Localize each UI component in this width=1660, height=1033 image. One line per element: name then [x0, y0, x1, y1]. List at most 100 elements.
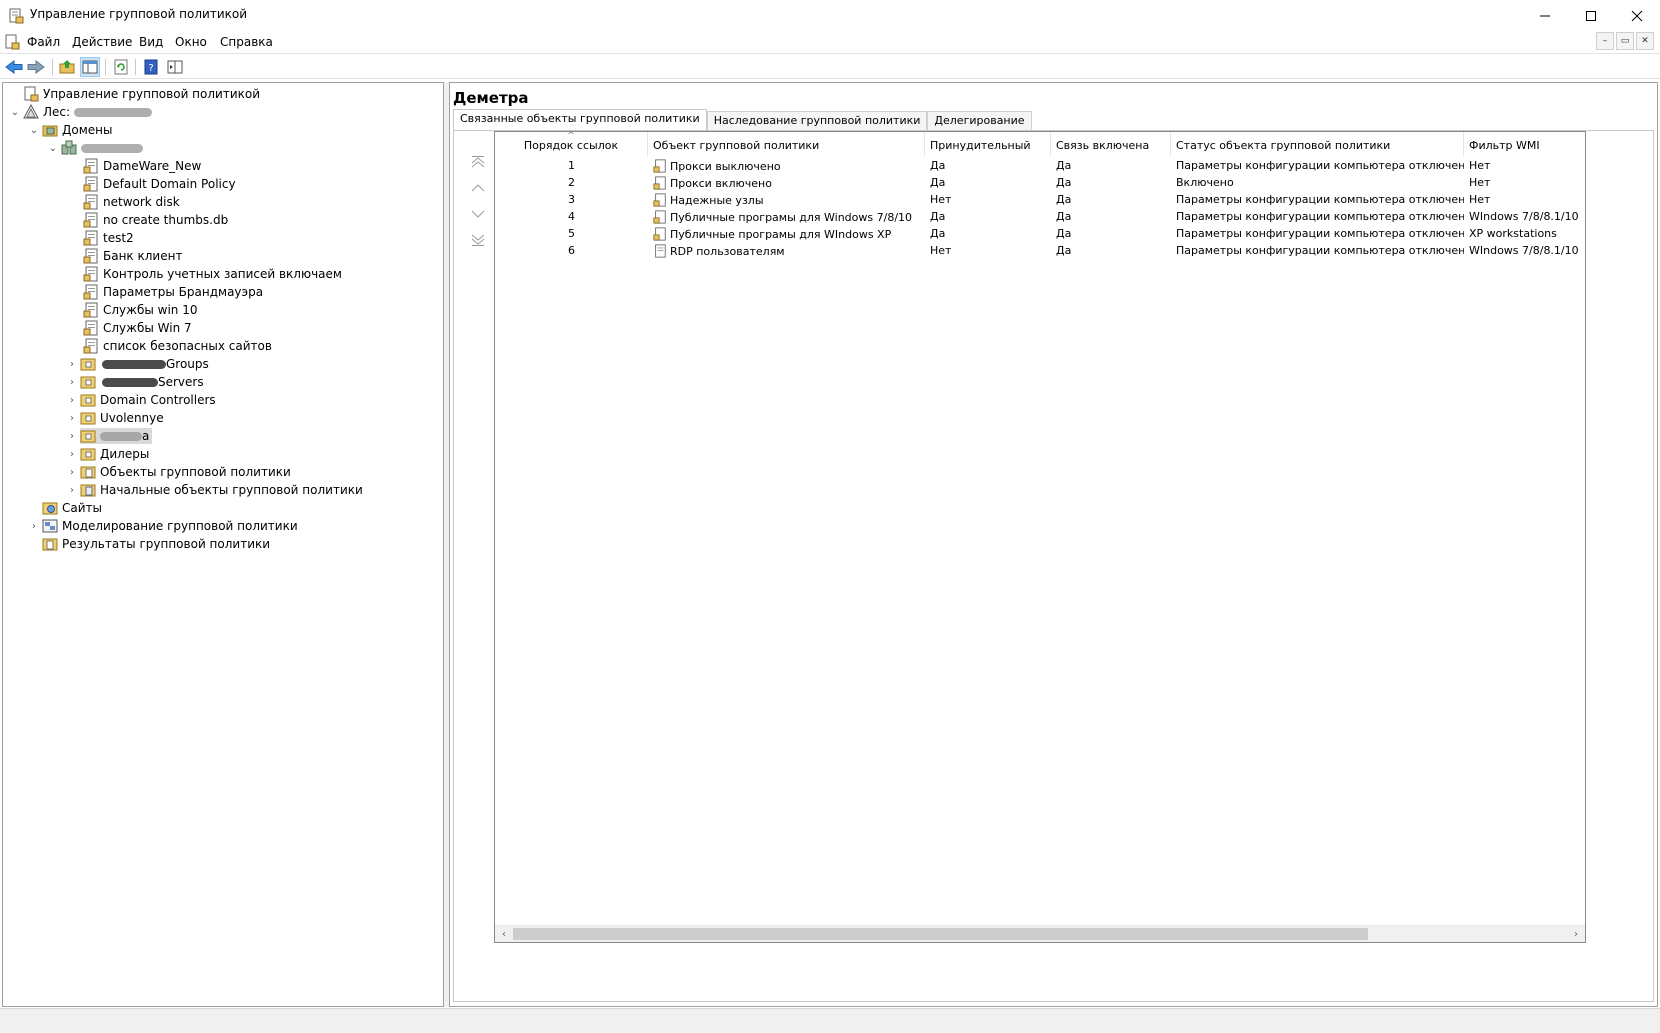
properties-button[interactable] [165, 57, 185, 77]
help-button[interactable]: ? [141, 57, 161, 77]
tab-strip: Связанные объекты групповой политики Нас… [453, 109, 1032, 131]
tree-gpo-link[interactable]: Параметры Брандмауэра [83, 283, 263, 301]
menu-file[interactable]: Файл [27, 35, 60, 49]
menu-view[interactable]: Вид [139, 35, 163, 49]
expand-chevron-icon[interactable]: › [64, 428, 80, 444]
toolbar-separator [52, 59, 53, 75]
column-header-link-order[interactable]: ^ Порядок ссылок [495, 132, 648, 156]
table-row[interactable]: 3 Надежные узлы Нет Да Параметры конфигу… [495, 191, 1585, 208]
back-button[interactable] [4, 57, 24, 77]
tree-item-results[interactable]: Результаты групповой политики [26, 535, 270, 553]
cell-link-enabled: Да [1056, 244, 1072, 257]
gpo-link-icon [83, 248, 98, 264]
column-header-wmi-filter[interactable]: Фильтр WMI [1464, 132, 1585, 156]
tab-inheritance[interactable]: Наследование групповой политики [706, 111, 928, 131]
svg-text:?: ? [148, 63, 153, 74]
table-row[interactable]: 5 Публичные програмы для WIndows XP Да Д… [495, 225, 1585, 242]
column-header-gpo-status[interactable]: Статус объекта групповой политики [1171, 132, 1464, 156]
menu-action[interactable]: Действие [72, 35, 132, 49]
tree-item-ou[interactable]: › Uvolennye [64, 409, 164, 427]
tree-item-ou[interactable]: › Groups [64, 355, 209, 373]
collapse-chevron-icon[interactable]: ⌄ [7, 104, 23, 120]
horizontal-scrollbar[interactable]: ‹ › [495, 925, 1585, 942]
redacted-text [102, 359, 166, 369]
cell-enforced: Да [930, 159, 946, 172]
expand-chevron-icon[interactable]: › [26, 518, 42, 534]
column-header-link-enabled[interactable]: Связь включена [1051, 132, 1171, 156]
tree-item-starter-gpos[interactable]: › Начальные объекты групповой политики [64, 481, 363, 499]
maximize-button[interactable] [1568, 0, 1614, 31]
linked-gpo-list[interactable]: ^ Порядок ссылок Объект групповой полити… [494, 131, 1586, 943]
collapse-chevron-icon[interactable]: ⌄ [45, 140, 61, 156]
tree-item-forest[interactable]: ⌄ Лес: [7, 103, 153, 121]
table-row[interactable]: 1 Прокси выключено Да Да Параметры конфи… [495, 157, 1585, 174]
tree-gpo-link[interactable]: Службы win 10 [83, 301, 198, 319]
minimize-button[interactable] [1522, 0, 1568, 31]
table-row[interactable]: 2 Прокси включено Да Да Включено Нет [495, 174, 1585, 191]
scrollbar-thumb[interactable] [513, 928, 1368, 940]
cell-status: Включено [1176, 176, 1234, 189]
cell-wmi: WIndows 7/8/8.1/10 [1469, 244, 1579, 257]
tree-gpo-link[interactable]: список безопасных сайтов [83, 337, 272, 355]
menu-window[interactable]: Окно [175, 35, 207, 49]
expand-chevron-icon[interactable]: › [64, 446, 80, 462]
tree-item-gpo-container[interactable]: › Объекты групповой политики [64, 463, 291, 481]
cell-status: Параметры конфигурации компьютера отключ… [1176, 227, 1464, 240]
cell-order: 3 [568, 193, 575, 206]
mdi-restore-button[interactable]: ▭ [1616, 32, 1634, 50]
up-level-button[interactable] [57, 57, 77, 77]
column-header-gpo[interactable]: Объект групповой политики [648, 132, 925, 156]
tree-item-ou[interactable]: › Domain Controllers [64, 391, 216, 409]
tree-item-domain[interactable]: ⌄ [45, 139, 143, 157]
toolbar-separator [135, 59, 136, 75]
column-header-enforced[interactable]: Принудительный [925, 132, 1051, 156]
tree-item-ou[interactable]: › Дилеры [64, 445, 149, 463]
expand-chevron-icon[interactable]: › [64, 410, 80, 426]
cell-status: Параметры конфигурации компьютера отключ… [1176, 159, 1464, 172]
system-menu-icon[interactable] [4, 34, 20, 50]
tree-gpo-link[interactable]: test2 [83, 229, 134, 247]
mdi-close-button[interactable]: ✕ [1636, 32, 1654, 50]
up-folder-icon [59, 60, 75, 74]
tree-item-ou[interactable]: › Servers [64, 373, 204, 391]
tree-item-ou-selected[interactable]: › а [64, 427, 153, 445]
tree-item-domains[interactable]: ⌄ Домены [26, 121, 113, 139]
move-to-bottom-button[interactable] [468, 231, 488, 249]
close-button[interactable] [1614, 0, 1660, 31]
expand-chevron-icon[interactable]: › [64, 356, 80, 372]
redacted-text [100, 431, 142, 441]
tree-item-sites[interactable]: Сайты [26, 499, 102, 517]
move-to-top-button[interactable] [468, 153, 488, 171]
expand-chevron-icon[interactable]: › [64, 392, 80, 408]
tree-gpo-link[interactable]: Службы Win 7 [83, 319, 192, 337]
expand-chevron-icon[interactable]: › [64, 464, 80, 480]
show-hide-tree-button[interactable] [80, 57, 100, 77]
expand-chevron-icon[interactable]: › [64, 374, 80, 390]
maximize-icon [1586, 10, 1596, 21]
cell-link-enabled: Да [1056, 159, 1072, 172]
tab-linked-gpos[interactable]: Связанные объекты групповой политики [453, 109, 707, 131]
refresh-button[interactable] [111, 57, 131, 77]
tab-delegation[interactable]: Делегирование [927, 111, 1032, 131]
tree-pane[interactable]: Управление групповой политикой ⌄ Лес: ⌄ … [2, 82, 444, 1007]
tree-gpo-link[interactable]: Банк клиент [83, 247, 182, 265]
move-down-button[interactable] [468, 205, 488, 223]
expand-chevron-icon[interactable]: › [64, 482, 80, 498]
tree-gpo-link[interactable]: Контроль учетных записей включаем [83, 265, 342, 283]
table-row[interactable]: 4 Публичные програмы для Windows 7/8/10 … [495, 208, 1585, 225]
tree-gpo-link[interactable]: no create thumbs.db [83, 211, 228, 229]
mdi-minimize-button[interactable]: – [1596, 32, 1614, 50]
forward-button[interactable] [26, 57, 46, 77]
collapse-chevron-icon[interactable]: ⌄ [26, 122, 42, 138]
scroll-left-icon[interactable]: ‹ [496, 927, 512, 942]
menu-help[interactable]: Справка [220, 35, 273, 49]
move-up-button[interactable] [468, 179, 488, 197]
table-row[interactable]: 6 RDP пользователям Нет Да Параметры кон… [495, 242, 1585, 259]
tree-gpo-link[interactable]: DameWare_New [83, 157, 201, 175]
tree-item-modeling[interactable]: › Моделирование групповой политики [26, 517, 298, 535]
tree-item-root[interactable]: Управление групповой политикой [7, 85, 260, 103]
gpo-link-icon [83, 194, 98, 210]
tree-gpo-link[interactable]: network disk [83, 193, 180, 211]
tree-gpo-link[interactable]: Default Domain Policy [83, 175, 236, 193]
scroll-right-icon[interactable]: › [1568, 927, 1584, 942]
